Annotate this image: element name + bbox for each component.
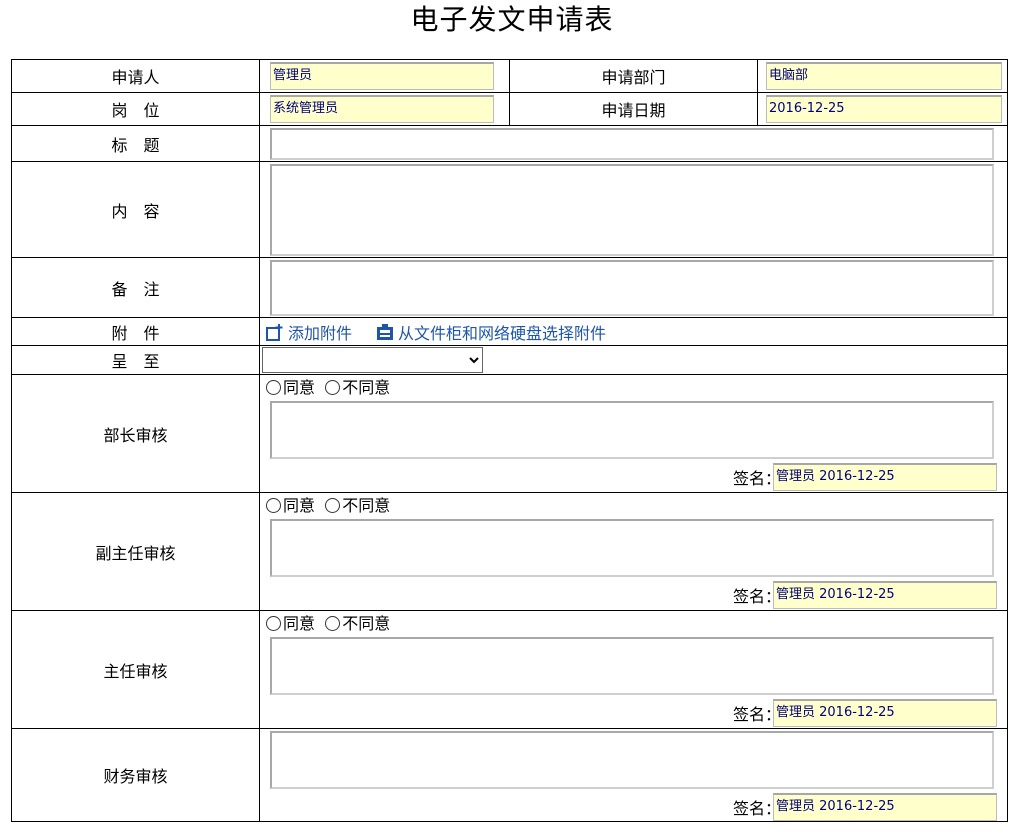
agree-label: 同意 <box>283 496 316 515</box>
select-from-cabinet-link[interactable]: 从文件柜和网络硬盘选择附件 <box>398 320 606 344</box>
applicant-label: 申请人 <box>11 59 260 93</box>
subject-input[interactable] <box>270 127 994 160</box>
department-field[interactable]: 电脑部 <box>766 62 1002 90</box>
deputy-director-opinion: 同意 不同意 <box>260 493 1007 519</box>
add-attachment-icon[interactable] <box>266 323 284 341</box>
add-attachment-link[interactable]: 添加附件 <box>288 320 352 344</box>
position-field[interactable]: 系统管理员 <box>270 95 494 123</box>
dept-head-review-label: 部长审核 <box>11 374 260 493</box>
director-review-label: 主任审核 <box>11 610 260 729</box>
agree-radio[interactable] <box>266 379 281 395</box>
dept-head-comment[interactable] <box>270 401 994 459</box>
agree-radio[interactable] <box>266 615 281 631</box>
disagree-label: 不同意 <box>342 614 391 633</box>
agree-label: 同意 <box>283 378 316 397</box>
application-form: 申请人 管理员 申请部门 电脑部 岗 位 系统管理员 申请日期 2016-12-… <box>11 59 1008 822</box>
deputy-director-comment[interactable] <box>270 519 994 577</box>
content-textarea[interactable] <box>270 163 994 256</box>
dept-head-opinion: 同意 不同意 <box>260 375 1007 401</box>
director-comment[interactable] <box>270 637 994 695</box>
director-signature[interactable]: 管理员 2016-12-25 <box>773 699 997 727</box>
director-opinion: 同意 不同意 <box>260 611 1007 637</box>
submit-to-label: 呈 至 <box>11 345 260 375</box>
disagree-label: 不同意 <box>342 496 391 515</box>
deputy-director-signature[interactable]: 管理员 2016-12-25 <box>773 581 997 609</box>
disagree-radio[interactable] <box>325 615 341 631</box>
applicant-field[interactable]: 管理员 <box>270 62 494 90</box>
disagree-radio[interactable] <box>325 497 341 513</box>
dept-head-signature[interactable]: 管理员 2016-12-25 <box>773 463 997 491</box>
agree-label: 同意 <box>283 614 316 633</box>
file-cabinet-icon[interactable] <box>376 323 394 341</box>
disagree-label: 不同意 <box>342 378 391 397</box>
finance-comment[interactable] <box>270 731 994 789</box>
deputy-director-review-label: 副主任审核 <box>11 492 260 611</box>
finance-signature[interactable]: 管理员 2016-12-25 <box>773 793 997 821</box>
remark-label: 备 注 <box>11 257 260 318</box>
apply-date-field[interactable]: 2016-12-25 <box>766 95 1002 123</box>
finance-review-label: 财务审核 <box>11 728 260 822</box>
remark-textarea[interactable] <box>270 259 994 316</box>
content-label: 内 容 <box>11 161 260 258</box>
submit-to-select[interactable] <box>262 347 483 373</box>
attachment-actions: 添加附件 从文件柜和网络硬盘选择附件 <box>260 319 1007 345</box>
agree-radio[interactable] <box>266 497 281 513</box>
disagree-radio[interactable] <box>325 379 341 395</box>
page-title: 电子发文申请表 <box>410 3 614 36</box>
apply-date-label: 申请日期 <box>509 92 758 126</box>
department-label: 申请部门 <box>509 59 758 93</box>
subject-label: 标 题 <box>11 125 260 162</box>
attachment-label: 附 件 <box>11 317 260 346</box>
position-label: 岗 位 <box>11 92 260 126</box>
